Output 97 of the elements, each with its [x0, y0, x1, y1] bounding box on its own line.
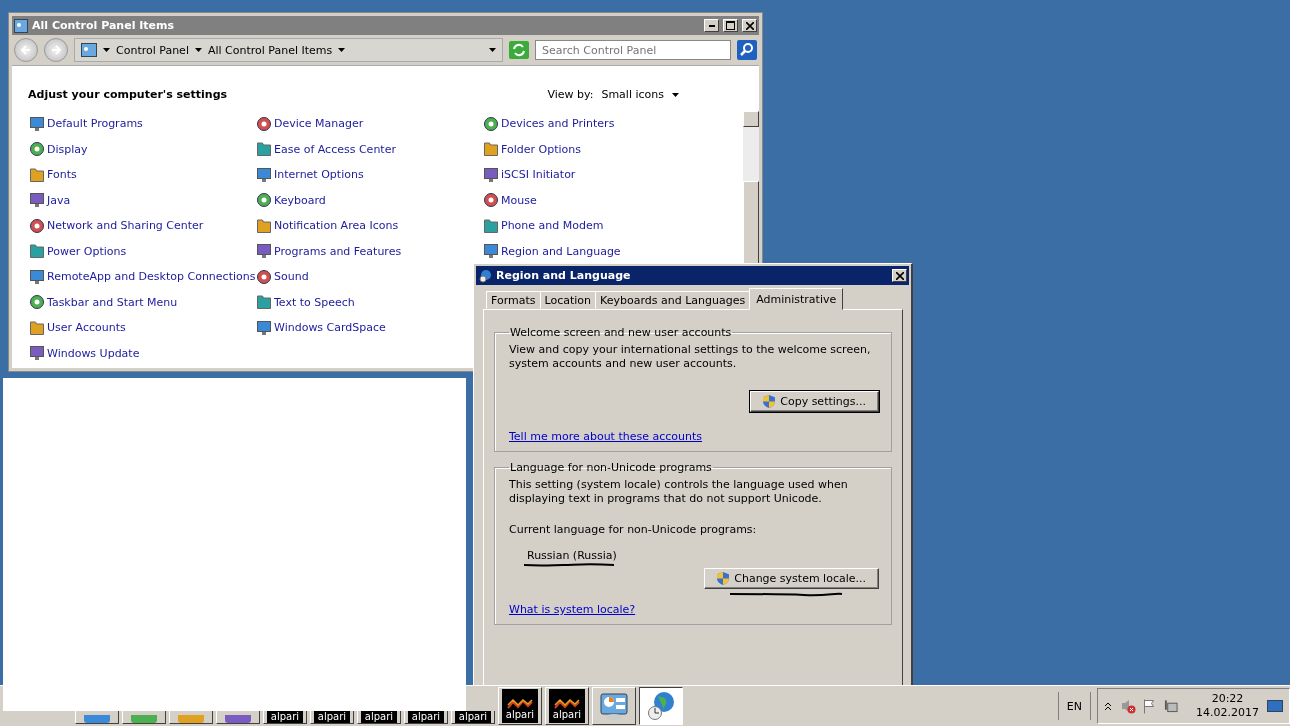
settings-link[interactable]: RemoteApp and Desktop Connections: [30, 264, 256, 290]
group-title: Welcome screen and new user accounts: [509, 326, 733, 339]
app-icon: [131, 715, 157, 723]
dialog-title: Region and Language: [496, 269, 632, 282]
taskbar-button[interactable]: alpari: [310, 711, 354, 724]
back-arrow-icon: [21, 45, 31, 55]
app-icon: [225, 715, 251, 723]
chevron-up-icon[interactable]: [1104, 701, 1112, 711]
settings-link[interactable]: User Accounts: [30, 315, 126, 341]
group-title: Language for non-Unicode programs: [509, 461, 713, 474]
alpari-app-icon: alpari: [408, 711, 444, 723]
description-text: View and copy your international settings to the welcome screen, system accounts and new user accounts.: [509, 343, 872, 371]
globe-icon: [478, 268, 492, 283]
shield-button[interactable]: Copy settings...: [750, 391, 879, 412]
network-icon[interactable]: [1164, 699, 1178, 713]
globe-clock-icon: [647, 692, 675, 720]
muted-speaker-icon[interactable]: [1120, 698, 1136, 714]
close-button[interactable]: [892, 269, 907, 282]
current-language-value: Russian (Russia): [527, 549, 617, 562]
caret-icon: [103, 48, 110, 52]
description-text: This setting (system locale) controls the language used when displaying text in programs that do not support Unicode.: [509, 478, 849, 506]
language-indicator[interactable]: EN: [1057, 692, 1091, 720]
help-link[interactable]: What is system locale?: [509, 603, 636, 616]
settings-link[interactable]: Default Programs: [30, 111, 143, 137]
search-field[interactable]: Search Control Panel: [535, 40, 731, 60]
alpari-app-icon: alpari: [361, 711, 397, 723]
help-link[interactable]: Tell me more about these accounts: [509, 430, 703, 443]
settings-link[interactable]: Folder Options: [484, 136, 581, 162]
flag-icon[interactable]: [1144, 698, 1156, 714]
settings-link[interactable]: Text to Speech: [257, 289, 355, 315]
shield-button[interactable]: Change system locale...: [704, 568, 879, 589]
maximize-icon: [726, 21, 735, 30]
settings-link[interactable]: Devices and Printers: [484, 111, 615, 137]
breadcrumb-item[interactable]: All Control Panel Items: [207, 43, 333, 57]
tab[interactable]: Formats: [486, 291, 541, 309]
settings-link[interactable]: Sound: [257, 264, 309, 290]
tab[interactable]: Keyboards and Languages: [595, 291, 751, 309]
taskbar-button[interactable]: [639, 687, 683, 725]
caret-icon: [194, 48, 202, 52]
alpari-app-icon: alpari: [267, 711, 303, 723]
settings-link[interactable]: iSCSI Initiator: [484, 162, 576, 188]
window-title: All Control Panel Items: [32, 19, 176, 32]
close-icon: [745, 21, 754, 30]
clock-time: 20:22: [1211, 692, 1244, 706]
page-heading: Adjust your computer's settings: [28, 88, 229, 101]
tab[interactable]: Administrative: [749, 288, 844, 310]
refresh-icon[interactable]: [509, 41, 529, 59]
taskbar-button[interactable]: alpari: [357, 711, 401, 724]
breadcrumb-item[interactable]: Control Panel: [116, 43, 189, 57]
minimize-button[interactable]: [704, 19, 719, 32]
current-language-label: Current language for non-Unicode programs:: [509, 523, 758, 536]
settings-link[interactable]: Taskbar and Start Menu: [30, 289, 178, 315]
view-by-dropdown[interactable]: Small icons: [601, 88, 679, 101]
app-icon: [84, 715, 110, 723]
caret-icon: [489, 48, 496, 52]
clock-date: 14.02.2017: [1196, 706, 1259, 720]
shield-icon: [717, 572, 730, 585]
settings-link[interactable]: Notification Area Icons: [257, 213, 399, 239]
settings-link[interactable]: Mouse: [484, 187, 537, 213]
settings-link[interactable]: Internet Options: [257, 162, 364, 188]
search-icon[interactable]: [737, 40, 757, 60]
taskbar-button[interactable]: [169, 711, 213, 724]
minimize-icon: [708, 24, 715, 27]
settings-link[interactable]: Keyboard: [257, 187, 326, 213]
back-button[interactable]: [14, 38, 38, 62]
settings-link[interactable]: Windows CardSpace: [257, 315, 386, 341]
settings-link[interactable]: Network and Sharing Center: [30, 213, 204, 239]
settings-link[interactable]: Windows Update: [30, 340, 140, 366]
taskbar-button[interactable]: [122, 711, 166, 724]
settings-link[interactable]: Power Options: [30, 238, 127, 264]
forward-button[interactable]: [44, 38, 68, 62]
caret-icon: [672, 92, 679, 97]
app-icon: [178, 715, 204, 723]
forward-arrow-icon: [51, 45, 61, 55]
settings-link[interactable]: Phone and Modem: [484, 213, 604, 239]
taskbar-button[interactable]: alpari: [451, 711, 495, 724]
alpari-app-icon: alpari: [314, 711, 350, 723]
alpari-app-icon: alpari: [455, 711, 491, 723]
settings-link[interactable]: Region and Language: [484, 238, 621, 264]
settings-link[interactable]: Device Manager: [257, 111, 364, 137]
settings-link[interactable]: Ease of Access Center: [257, 136, 396, 162]
taskbar-button[interactable]: [75, 711, 119, 724]
taskbar-button[interactable]: alpari: [404, 711, 448, 724]
address-bar[interactable]: Control Panel All Control Panel Items: [74, 38, 503, 62]
caret-icon: [338, 48, 346, 52]
settings-link[interactable]: Programs and Features: [257, 238, 402, 264]
taskbar-button[interactable]: [216, 711, 260, 724]
taskbar-button[interactable]: alpari: [263, 711, 307, 724]
close-icon: [895, 271, 904, 280]
maximize-button[interactable]: [723, 19, 738, 32]
settings-link[interactable]: Java: [30, 187, 71, 213]
view-by-label: View by:: [547, 88, 594, 101]
settings-link[interactable]: Display: [30, 136, 88, 162]
tab[interactable]: Location: [539, 291, 597, 309]
shield-icon: [763, 395, 776, 408]
close-button[interactable]: [742, 19, 757, 32]
settings-link[interactable]: Fonts: [30, 162, 77, 188]
